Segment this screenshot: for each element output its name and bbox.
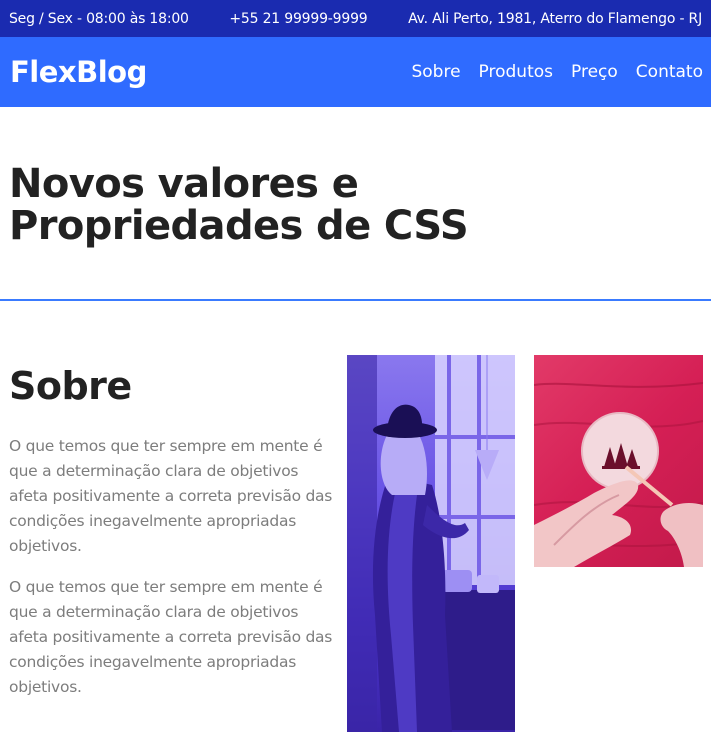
- main-menu: Sobre Produtos Preço Contato: [411, 62, 703, 82]
- woman-window-illustration: [347, 355, 515, 732]
- main-navbar: FlexBlog Sobre Produtos Preço Contato: [0, 37, 711, 107]
- about-photo-hands-coaster: [534, 355, 703, 567]
- site-logo[interactable]: FlexBlog: [10, 55, 147, 89]
- hero-section: Novos valores e Propriedades de CSS: [0, 107, 711, 301]
- business-hours: Seg / Sex - 08:00 às 18:00: [9, 10, 189, 27]
- about-paragraph-2: O que temos que ter sempre em mente é qu…: [9, 578, 333, 696]
- about-photo-woman-window: [347, 355, 515, 732]
- hero-title-line-2: Propriedades de CSS: [9, 203, 469, 249]
- nav-link-preco[interactable]: Preço: [571, 62, 618, 82]
- top-info-bar: Seg / Sex - 08:00 às 18:00 +55 21 99999-…: [0, 0, 711, 37]
- hero-title: Novos valores e Propriedades de CSS: [9, 163, 529, 247]
- nav-link-produtos[interactable]: Produtos: [479, 62, 553, 82]
- phone-number[interactable]: +55 21 99999-9999: [229, 11, 367, 27]
- nav-link-sobre[interactable]: Sobre: [411, 62, 460, 82]
- hands-coaster-illustration: [534, 382, 703, 567]
- about-heading: Sobre: [9, 364, 132, 408]
- about-paragraph-1: O que temos que ter sempre em mente é qu…: [9, 437, 333, 555]
- hero-title-line-1: Novos valores e: [9, 161, 359, 207]
- nav-link-contato[interactable]: Contato: [636, 62, 703, 82]
- address: Av. Ali Perto, 1981, Aterro do Flamengo …: [408, 10, 702, 27]
